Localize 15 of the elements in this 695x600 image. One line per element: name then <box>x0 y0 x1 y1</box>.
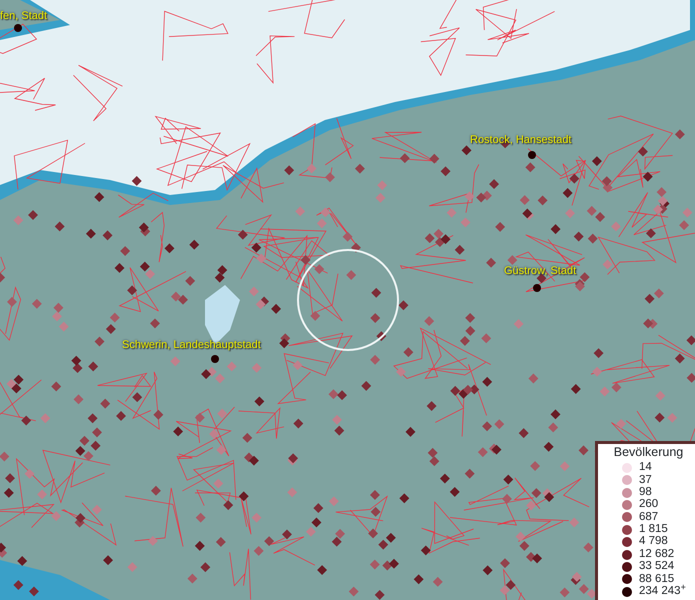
place-label: Rostock, Hansestadt <box>470 135 572 146</box>
legend-label: 14 <box>639 462 652 474</box>
legend-label: 12 682 <box>639 548 674 560</box>
legend-label: 234 243$^{+}$ <box>639 586 686 598</box>
legend-label: 4 798 <box>639 536 668 548</box>
legend-label: 37 <box>639 474 652 486</box>
legend-label: 98 <box>639 486 652 498</box>
legend-label: 1 815 <box>639 524 668 536</box>
legend-label: 687 <box>639 512 658 524</box>
legend-label: 88 615 <box>639 574 674 586</box>
place-label: Schwerin, Landeshauptstadt <box>122 340 261 351</box>
legend-label: 260 <box>639 499 658 511</box>
place-label: fen, Stadt <box>0 11 48 22</box>
legend-label: 33 524 <box>639 561 674 573</box>
legend-title: Bevölkerung <box>612 446 684 459</box>
